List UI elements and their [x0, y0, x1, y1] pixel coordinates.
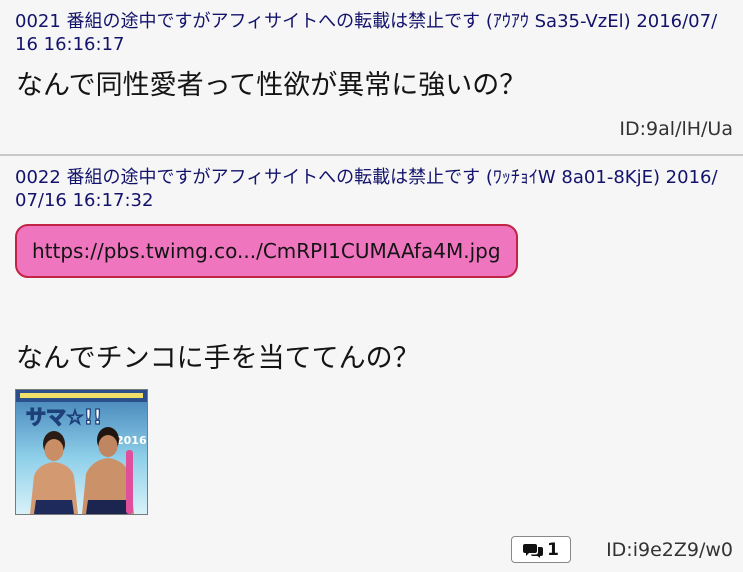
- image-thumbnail[interactable]: サマ☆!! 2016: [15, 389, 148, 515]
- reply-count: 1: [547, 539, 559, 560]
- svg-text:2016: 2016: [116, 434, 147, 447]
- post-body: なんで同性愛者って性欲が異常に強いの？: [16, 70, 527, 101]
- post-0021: 0021 番組の途中ですがアフィサイトへの転載は禁止です (ｱｳｱｳ Sa35-…: [0, 0, 743, 154]
- speech-bubbles-icon: [523, 543, 544, 558]
- thumbnail-cover-title: サマ☆!!: [26, 405, 102, 429]
- magazine-cover-thumbnail: サマ☆!! 2016: [16, 390, 147, 514]
- image-link-button[interactable]: https://pbs.twimg.co.../CmRPI1CUMAAfa4M.…: [15, 224, 518, 278]
- post-0022: 0022 番組の途中ですがアフィサイトへの転載は禁止です (ﾜｯﾁｮｲW 8a0…: [0, 156, 743, 572]
- poster-id[interactable]: ID:9al/lH/Ua: [619, 117, 733, 141]
- post-body: なんでチンコに手を当ててんの？: [16, 343, 420, 374]
- poster-id[interactable]: ID:i9e2Z9/w0: [606, 538, 733, 562]
- post-header: 0021 番組の途中ですがアフィサイトへの転載は禁止です (ｱｳｱｳ Sa35-…: [15, 11, 718, 55]
- post-header: 0022 番組の途中ですがアフィサイトへの転載は禁止です (ﾜｯﾁｮｲW 8a0…: [15, 167, 718, 211]
- reply-count-button[interactable]: 1: [511, 536, 571, 563]
